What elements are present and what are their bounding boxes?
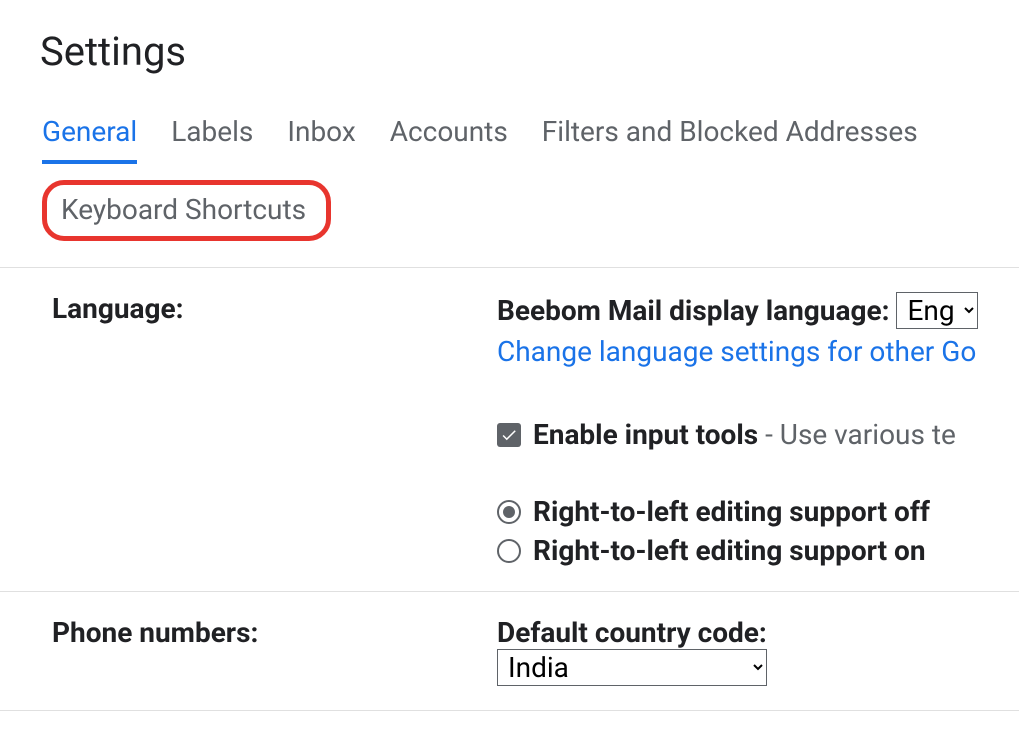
- setting-row-language: Language: Beebom Mail display language: …: [0, 268, 1019, 592]
- page-title: Settings: [0, 0, 1019, 85]
- tabs-row-2: Keyboard Shortcuts: [0, 164, 1019, 261]
- tab-keyboard-shortcuts[interactable]: Keyboard Shortcuts: [61, 193, 306, 226]
- setting-row-phone: Phone numbers: Default country code: Ind…: [0, 592, 1019, 711]
- enable-input-tools-desc: - Use various te: [758, 418, 956, 451]
- language-content: Beebom Mail display language: Eng Change…: [497, 292, 1019, 567]
- default-country-code-label: Default country code:: [497, 616, 767, 649]
- rtl-on-row: Right-to-left editing support on: [497, 534, 1019, 567]
- tab-general[interactable]: General: [42, 115, 137, 164]
- phone-content: Default country code: India: [497, 616, 1019, 686]
- rtl-off-label: Right-to-left editing support off: [533, 495, 930, 528]
- radio-selected-icon[interactable]: [497, 500, 521, 524]
- language-label: Language:: [52, 292, 497, 567]
- tabs-row-1: General Labels Inbox Accounts Filters an…: [0, 85, 1019, 164]
- settings-body: Language: Beebom Mail display language: …: [0, 268, 1019, 711]
- display-language-label: Beebom Mail display language:: [497, 294, 896, 327]
- annotation-highlight: Keyboard Shortcuts: [42, 180, 331, 241]
- radio-unselected-icon[interactable]: [497, 539, 521, 563]
- tab-inbox[interactable]: Inbox: [287, 115, 355, 164]
- tab-labels[interactable]: Labels: [171, 115, 253, 164]
- tab-accounts[interactable]: Accounts: [390, 115, 508, 164]
- country-code-select[interactable]: India: [497, 649, 767, 686]
- rtl-on-label: Right-to-left editing support on: [533, 534, 926, 567]
- change-language-link[interactable]: Change language settings for other Go: [497, 335, 976, 368]
- display-language-select[interactable]: Eng: [896, 292, 978, 329]
- enable-input-tools-label: Enable input tools: [533, 418, 758, 451]
- rtl-off-row: Right-to-left editing support off: [497, 495, 1019, 528]
- enable-input-tools-row: Enable input tools - Use various te: [497, 418, 1019, 451]
- phone-label: Phone numbers:: [52, 616, 497, 686]
- checkbox-checked-icon[interactable]: [497, 423, 521, 447]
- rtl-radio-group: Right-to-left editing support off Right-…: [497, 495, 1019, 567]
- tab-filters[interactable]: Filters and Blocked Addresses: [542, 115, 918, 164]
